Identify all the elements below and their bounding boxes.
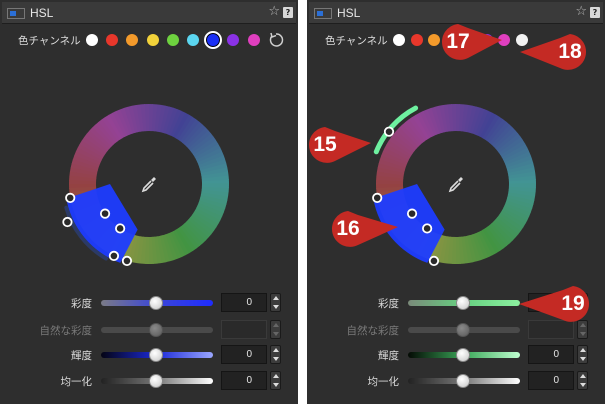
wheel-handle-0 (65, 192, 76, 203)
callout-19: 19 (517, 284, 597, 324)
slider-track (101, 323, 213, 337)
channel-dot-cyan[interactable] (187, 34, 199, 46)
channel-dot-red[interactable] (410, 34, 423, 46)
eyedropper-icon (141, 177, 156, 193)
channel-dot-white[interactable] (86, 34, 98, 46)
slider-value-field[interactable]: 0 (528, 371, 574, 390)
callout-18-label: 18 (558, 40, 582, 63)
slider-label: 輝度 (378, 350, 399, 362)
wheel-handle-1 (99, 208, 111, 219)
slider-track (408, 323, 520, 337)
slider-row-2: 輝度 0 (0, 345, 298, 365)
slider-thumb[interactable] (455, 296, 470, 310)
channel-dot-purple[interactable] (227, 34, 240, 46)
wheel-handle-3 (108, 250, 120, 262)
channel-dot-green[interactable] (166, 34, 179, 46)
slider-thumb[interactable] (455, 348, 470, 362)
slider-thumb[interactable] (148, 296, 163, 310)
channel-dot-yellow[interactable] (146, 34, 159, 46)
callout-16: 16 (328, 209, 404, 249)
hue-wheel[interactable] (307, 60, 605, 290)
slider-label: 均一化 (367, 376, 400, 388)
wheel-handle-1 (406, 208, 418, 219)
hue-wheel[interactable] (0, 60, 298, 290)
stepper-arrows[interactable] (577, 371, 588, 390)
slider-value-field[interactable]: 0 (528, 345, 574, 364)
slider-thumb[interactable] (148, 348, 163, 362)
panel-header: HSL ☆ ? (2, 2, 296, 24)
channel-dot-blue[interactable] (204, 31, 223, 49)
slider-label: 彩度 (71, 298, 92, 310)
slider-thumb[interactable] (455, 374, 470, 388)
callout-16-label: 16 (336, 217, 360, 240)
stepper-arrows[interactable] (270, 293, 281, 312)
panel-toggle-icon[interactable] (314, 8, 332, 19)
wheel-handle-3 (428, 255, 440, 267)
slider-track[interactable] (101, 374, 213, 388)
hsl-panel-right: HSL ☆ ? 色チャンネル 彩度0自然な彩度輝度0均一化0 17 18 15 … (307, 0, 605, 404)
slider-track[interactable] (408, 374, 520, 388)
callout-17-label: 17 (446, 30, 470, 53)
slider-row-3: 均一化 0 (307, 371, 605, 391)
help-icon[interactable]: ? (590, 7, 600, 18)
slider-label: 自然な彩度 (39, 325, 93, 337)
channel-dot-white[interactable] (393, 34, 405, 46)
slider-value-field[interactable]: 0 (221, 371, 267, 390)
stepper-arrows[interactable] (577, 345, 588, 364)
slider-label: 自然な彩度 (346, 325, 400, 337)
channel-dot-red[interactable] (106, 34, 119, 46)
slider-label: 均一化 (60, 376, 93, 388)
stepper-arrows[interactable] (270, 345, 281, 364)
slider-row-3: 均一化 0 (0, 371, 298, 391)
slider-value-field (221, 320, 267, 339)
wheel-handle-4 (383, 126, 395, 137)
wheel-handle-0 (372, 192, 383, 203)
star-icon[interactable]: ☆ (268, 4, 280, 19)
slider-thumb (148, 323, 163, 337)
stepper-arrows (270, 320, 281, 339)
hsl-panel-left: HSL ☆ ? 色チャンネル 彩度 0 自然な彩度輝度 0 均一化 0 (0, 0, 298, 404)
slider-thumb[interactable] (148, 374, 163, 388)
channel-dot-magenta[interactable] (247, 34, 260, 46)
wheel-handle-5 (121, 255, 133, 267)
panel-header: HSL ☆ ? (309, 2, 603, 24)
help-icon[interactable]: ? (283, 7, 293, 18)
reset-icon[interactable] (268, 32, 284, 48)
callout-18: 18 (520, 32, 590, 72)
panel-toggle-icon[interactable] (7, 8, 25, 19)
slider-value-field[interactable]: 0 (221, 345, 267, 364)
slider-track[interactable] (408, 348, 520, 362)
slider-row-0: 彩度 0 (0, 293, 298, 313)
callout-19-label: 19 (561, 292, 585, 315)
slider-row-1: 自然な彩度 (0, 320, 298, 340)
eyedropper-icon (448, 177, 463, 193)
slider-track[interactable] (101, 348, 213, 362)
callout-15: 15 (307, 125, 373, 165)
slider-label: 輝度 (71, 350, 92, 362)
wheel-handle-4 (62, 216, 73, 228)
slider-value-field[interactable]: 0 (221, 293, 267, 312)
stepper-arrows[interactable] (270, 371, 281, 390)
slider-thumb (455, 323, 470, 337)
slider-track[interactable] (101, 296, 213, 310)
panel-title: HSL (337, 6, 361, 20)
slider-track[interactable] (408, 296, 520, 310)
slider-row-2: 輝度 0 (307, 345, 605, 365)
channel-label: 色チャンネル (325, 35, 388, 47)
channel-label: 色チャンネル (18, 35, 81, 47)
callout-15-label: 15 (313, 133, 337, 156)
channel-dot-orange[interactable] (126, 34, 139, 46)
callout-17: 17 (438, 22, 504, 62)
wheel-handle-2 (115, 223, 126, 234)
wheel-handle-2 (422, 223, 433, 234)
panel-title: HSL (30, 6, 54, 20)
slider-label: 彩度 (378, 298, 399, 310)
star-icon[interactable]: ☆ (575, 4, 587, 19)
